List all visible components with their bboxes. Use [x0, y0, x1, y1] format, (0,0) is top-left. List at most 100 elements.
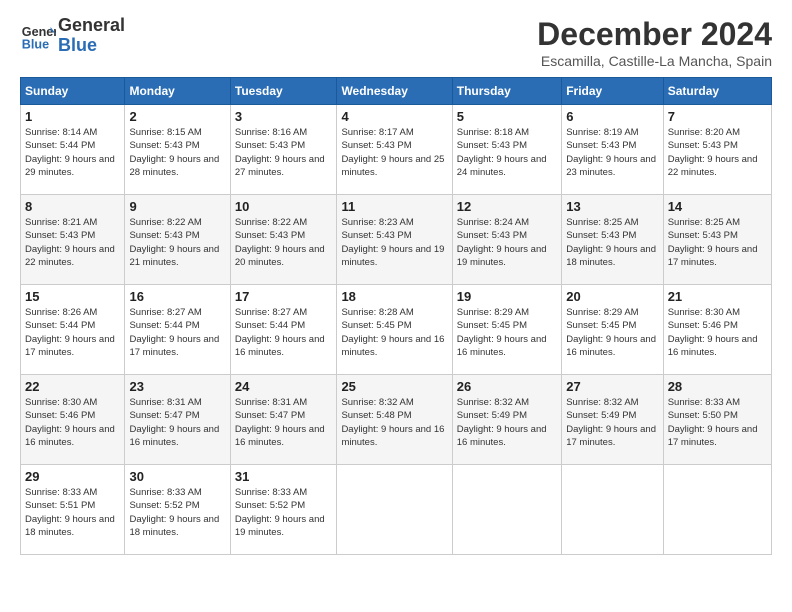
sunset-label: Sunset: 5:47 PM [129, 410, 199, 421]
sunrise-label: Sunrise: 8:33 AM [25, 487, 97, 498]
sunrise-label: Sunrise: 8:27 AM [129, 307, 201, 318]
daylight-label: Daylight: 9 hours and 23 minutes. [566, 154, 656, 178]
day-number: 7 [668, 109, 767, 124]
sunrise-label: Sunrise: 8:26 AM [25, 307, 97, 318]
calendar-day-cell: 22 Sunrise: 8:30 AM Sunset: 5:46 PM Dayl… [21, 375, 125, 465]
sunset-label: Sunset: 5:48 PM [341, 410, 411, 421]
daylight-label: Daylight: 9 hours and 16 minutes. [566, 334, 656, 358]
calendar-day-cell [337, 465, 452, 555]
sunset-label: Sunset: 5:46 PM [668, 320, 738, 331]
day-number: 28 [668, 379, 767, 394]
day-number: 14 [668, 199, 767, 214]
daylight-label: Daylight: 9 hours and 16 minutes. [25, 424, 115, 448]
daylight-label: Daylight: 9 hours and 16 minutes. [129, 424, 219, 448]
day-info: Sunrise: 8:16 AM Sunset: 5:43 PM Dayligh… [235, 126, 333, 179]
day-info: Sunrise: 8:20 AM Sunset: 5:43 PM Dayligh… [668, 126, 767, 179]
daylight-label: Daylight: 9 hours and 28 minutes. [129, 154, 219, 178]
sunrise-label: Sunrise: 8:27 AM [235, 307, 307, 318]
sunset-label: Sunset: 5:47 PM [235, 410, 305, 421]
daylight-label: Daylight: 9 hours and 16 minutes. [235, 334, 325, 358]
sunset-label: Sunset: 5:43 PM [566, 140, 636, 151]
day-number: 29 [25, 469, 120, 484]
calendar-day-cell: 4 Sunrise: 8:17 AM Sunset: 5:43 PM Dayli… [337, 105, 452, 195]
sunset-label: Sunset: 5:52 PM [235, 500, 305, 511]
calendar-day-cell [663, 465, 771, 555]
sunset-label: Sunset: 5:49 PM [457, 410, 527, 421]
day-info: Sunrise: 8:33 AM Sunset: 5:50 PM Dayligh… [668, 396, 767, 449]
day-info: Sunrise: 8:24 AM Sunset: 5:43 PM Dayligh… [457, 216, 557, 269]
daylight-label: Daylight: 9 hours and 18 minutes. [129, 514, 219, 538]
calendar-week-row: 1 Sunrise: 8:14 AM Sunset: 5:44 PM Dayli… [21, 105, 772, 195]
calendar-week-row: 8 Sunrise: 8:21 AM Sunset: 5:43 PM Dayli… [21, 195, 772, 285]
sunset-label: Sunset: 5:43 PM [341, 140, 411, 151]
day-number: 19 [457, 289, 557, 304]
sunrise-label: Sunrise: 8:19 AM [566, 127, 638, 138]
day-number: 5 [457, 109, 557, 124]
calendar-day-cell: 28 Sunrise: 8:33 AM Sunset: 5:50 PM Dayl… [663, 375, 771, 465]
sunrise-label: Sunrise: 8:29 AM [457, 307, 529, 318]
day-number: 30 [129, 469, 225, 484]
day-info: Sunrise: 8:31 AM Sunset: 5:47 PM Dayligh… [129, 396, 225, 449]
sunset-label: Sunset: 5:44 PM [235, 320, 305, 331]
sunrise-label: Sunrise: 8:22 AM [235, 217, 307, 228]
weekday-header: Tuesday [230, 78, 337, 105]
calendar-day-cell: 16 Sunrise: 8:27 AM Sunset: 5:44 PM Dayl… [125, 285, 230, 375]
calendar-day-cell: 13 Sunrise: 8:25 AM Sunset: 5:43 PM Dayl… [562, 195, 663, 285]
sunset-label: Sunset: 5:43 PM [668, 230, 738, 241]
location: Escamilla, Castille-La Mancha, Spain [537, 53, 772, 69]
sunrise-label: Sunrise: 8:22 AM [129, 217, 201, 228]
daylight-label: Daylight: 9 hours and 19 minutes. [341, 244, 444, 268]
sunset-label: Sunset: 5:43 PM [457, 230, 527, 241]
daylight-label: Daylight: 9 hours and 17 minutes. [129, 334, 219, 358]
calendar-day-cell: 27 Sunrise: 8:32 AM Sunset: 5:49 PM Dayl… [562, 375, 663, 465]
sunset-label: Sunset: 5:43 PM [235, 140, 305, 151]
calendar-day-cell: 1 Sunrise: 8:14 AM Sunset: 5:44 PM Dayli… [21, 105, 125, 195]
sunset-label: Sunset: 5:49 PM [566, 410, 636, 421]
sunrise-label: Sunrise: 8:33 AM [668, 397, 740, 408]
day-number: 1 [25, 109, 120, 124]
sunset-label: Sunset: 5:43 PM [341, 230, 411, 241]
day-info: Sunrise: 8:22 AM Sunset: 5:43 PM Dayligh… [129, 216, 225, 269]
day-number: 21 [668, 289, 767, 304]
sunrise-label: Sunrise: 8:16 AM [235, 127, 307, 138]
day-info: Sunrise: 8:23 AM Sunset: 5:43 PM Dayligh… [341, 216, 447, 269]
daylight-label: Daylight: 9 hours and 17 minutes. [668, 244, 758, 268]
day-number: 26 [457, 379, 557, 394]
sunset-label: Sunset: 5:52 PM [129, 500, 199, 511]
calendar-week-row: 22 Sunrise: 8:30 AM Sunset: 5:46 PM Dayl… [21, 375, 772, 465]
calendar-day-cell: 30 Sunrise: 8:33 AM Sunset: 5:52 PM Dayl… [125, 465, 230, 555]
calendar-day-cell: 23 Sunrise: 8:31 AM Sunset: 5:47 PM Dayl… [125, 375, 230, 465]
sunrise-label: Sunrise: 8:17 AM [341, 127, 413, 138]
calendar-day-cell [562, 465, 663, 555]
sunset-label: Sunset: 5:43 PM [235, 230, 305, 241]
calendar-day-cell: 10 Sunrise: 8:22 AM Sunset: 5:43 PM Dayl… [230, 195, 337, 285]
daylight-label: Daylight: 9 hours and 16 minutes. [235, 424, 325, 448]
day-info: Sunrise: 8:25 AM Sunset: 5:43 PM Dayligh… [566, 216, 658, 269]
calendar-day-cell: 12 Sunrise: 8:24 AM Sunset: 5:43 PM Dayl… [452, 195, 561, 285]
sunset-label: Sunset: 5:43 PM [129, 140, 199, 151]
sunrise-label: Sunrise: 8:25 AM [668, 217, 740, 228]
sunrise-label: Sunrise: 8:25 AM [566, 217, 638, 228]
sunset-label: Sunset: 5:43 PM [668, 140, 738, 151]
calendar-day-cell: 5 Sunrise: 8:18 AM Sunset: 5:43 PM Dayli… [452, 105, 561, 195]
sunset-label: Sunset: 5:44 PM [25, 140, 95, 151]
day-info: Sunrise: 8:33 AM Sunset: 5:52 PM Dayligh… [129, 486, 225, 539]
day-info: Sunrise: 8:14 AM Sunset: 5:44 PM Dayligh… [25, 126, 120, 179]
sunset-label: Sunset: 5:44 PM [129, 320, 199, 331]
sunrise-label: Sunrise: 8:24 AM [457, 217, 529, 228]
day-info: Sunrise: 8:31 AM Sunset: 5:47 PM Dayligh… [235, 396, 333, 449]
day-info: Sunrise: 8:32 AM Sunset: 5:49 PM Dayligh… [566, 396, 658, 449]
day-info: Sunrise: 8:32 AM Sunset: 5:48 PM Dayligh… [341, 396, 447, 449]
daylight-label: Daylight: 9 hours and 17 minutes. [566, 424, 656, 448]
sunset-label: Sunset: 5:43 PM [129, 230, 199, 241]
sunrise-label: Sunrise: 8:20 AM [668, 127, 740, 138]
sunrise-label: Sunrise: 8:29 AM [566, 307, 638, 318]
calendar-table: SundayMondayTuesdayWednesdayThursdayFrid… [20, 77, 772, 555]
daylight-label: Daylight: 9 hours and 25 minutes. [341, 154, 444, 178]
day-info: Sunrise: 8:28 AM Sunset: 5:45 PM Dayligh… [341, 306, 447, 359]
day-info: Sunrise: 8:26 AM Sunset: 5:44 PM Dayligh… [25, 306, 120, 359]
sunrise-label: Sunrise: 8:33 AM [235, 487, 307, 498]
daylight-label: Daylight: 9 hours and 16 minutes. [668, 334, 758, 358]
day-info: Sunrise: 8:21 AM Sunset: 5:43 PM Dayligh… [25, 216, 120, 269]
calendar-day-cell: 14 Sunrise: 8:25 AM Sunset: 5:43 PM Dayl… [663, 195, 771, 285]
